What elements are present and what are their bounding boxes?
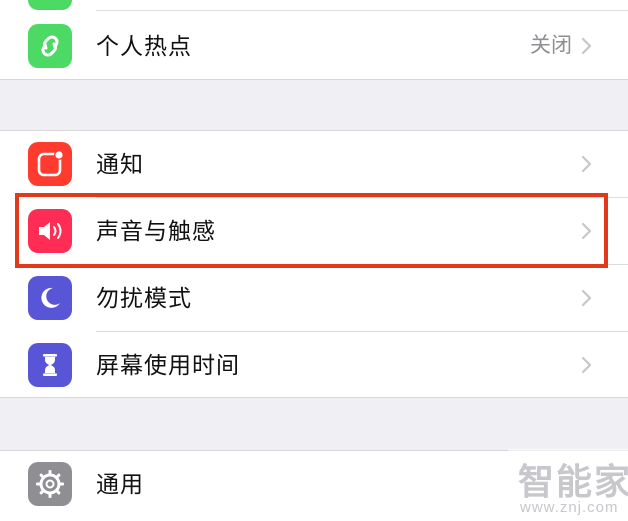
settings-row-notifications[interactable]: 通知 <box>0 131 628 197</box>
group-bottom-border <box>0 397 628 398</box>
chevron-right-icon <box>581 289 592 307</box>
partial-icon <box>28 0 72 10</box>
row-label: 屏幕使用时间 <box>96 352 240 378</box>
hotspot-link-icon <box>28 24 72 68</box>
chevron-right-icon <box>581 155 592 173</box>
notifications-icon <box>28 142 72 186</box>
speaker-icon <box>28 209 72 253</box>
row-label: 通知 <box>96 151 144 177</box>
row-label: 声音与触感 <box>96 218 216 244</box>
watermark-url: www.znj.com <box>520 499 619 516</box>
hourglass-icon <box>28 343 72 387</box>
settings-row-do-not-disturb[interactable]: 勿扰模式 <box>0 265 628 331</box>
row-label: 个人热点 <box>96 33 192 59</box>
row-value: 关闭 <box>530 34 572 57</box>
row-label: 勿扰模式 <box>96 285 192 311</box>
watermark-title: 智能家 <box>518 461 628 502</box>
chevron-right-icon <box>581 356 592 374</box>
gear-icon <box>28 462 72 506</box>
chevron-right-icon <box>581 222 592 240</box>
moon-icon <box>28 276 72 320</box>
settings-row-hotspot[interactable]: 个人热点 关闭 <box>0 13 628 79</box>
group-bottom-border <box>0 79 628 80</box>
watermark: 智能家 www.znj.com <box>508 449 628 521</box>
settings-row-screen-time[interactable]: 屏幕使用时间 <box>0 332 628 398</box>
chevron-right-icon <box>581 37 592 55</box>
settings-row-sounds[interactable]: 声音与触感 <box>0 198 628 264</box>
divider <box>96 10 628 11</box>
row-label: 通用 <box>96 471 144 497</box>
